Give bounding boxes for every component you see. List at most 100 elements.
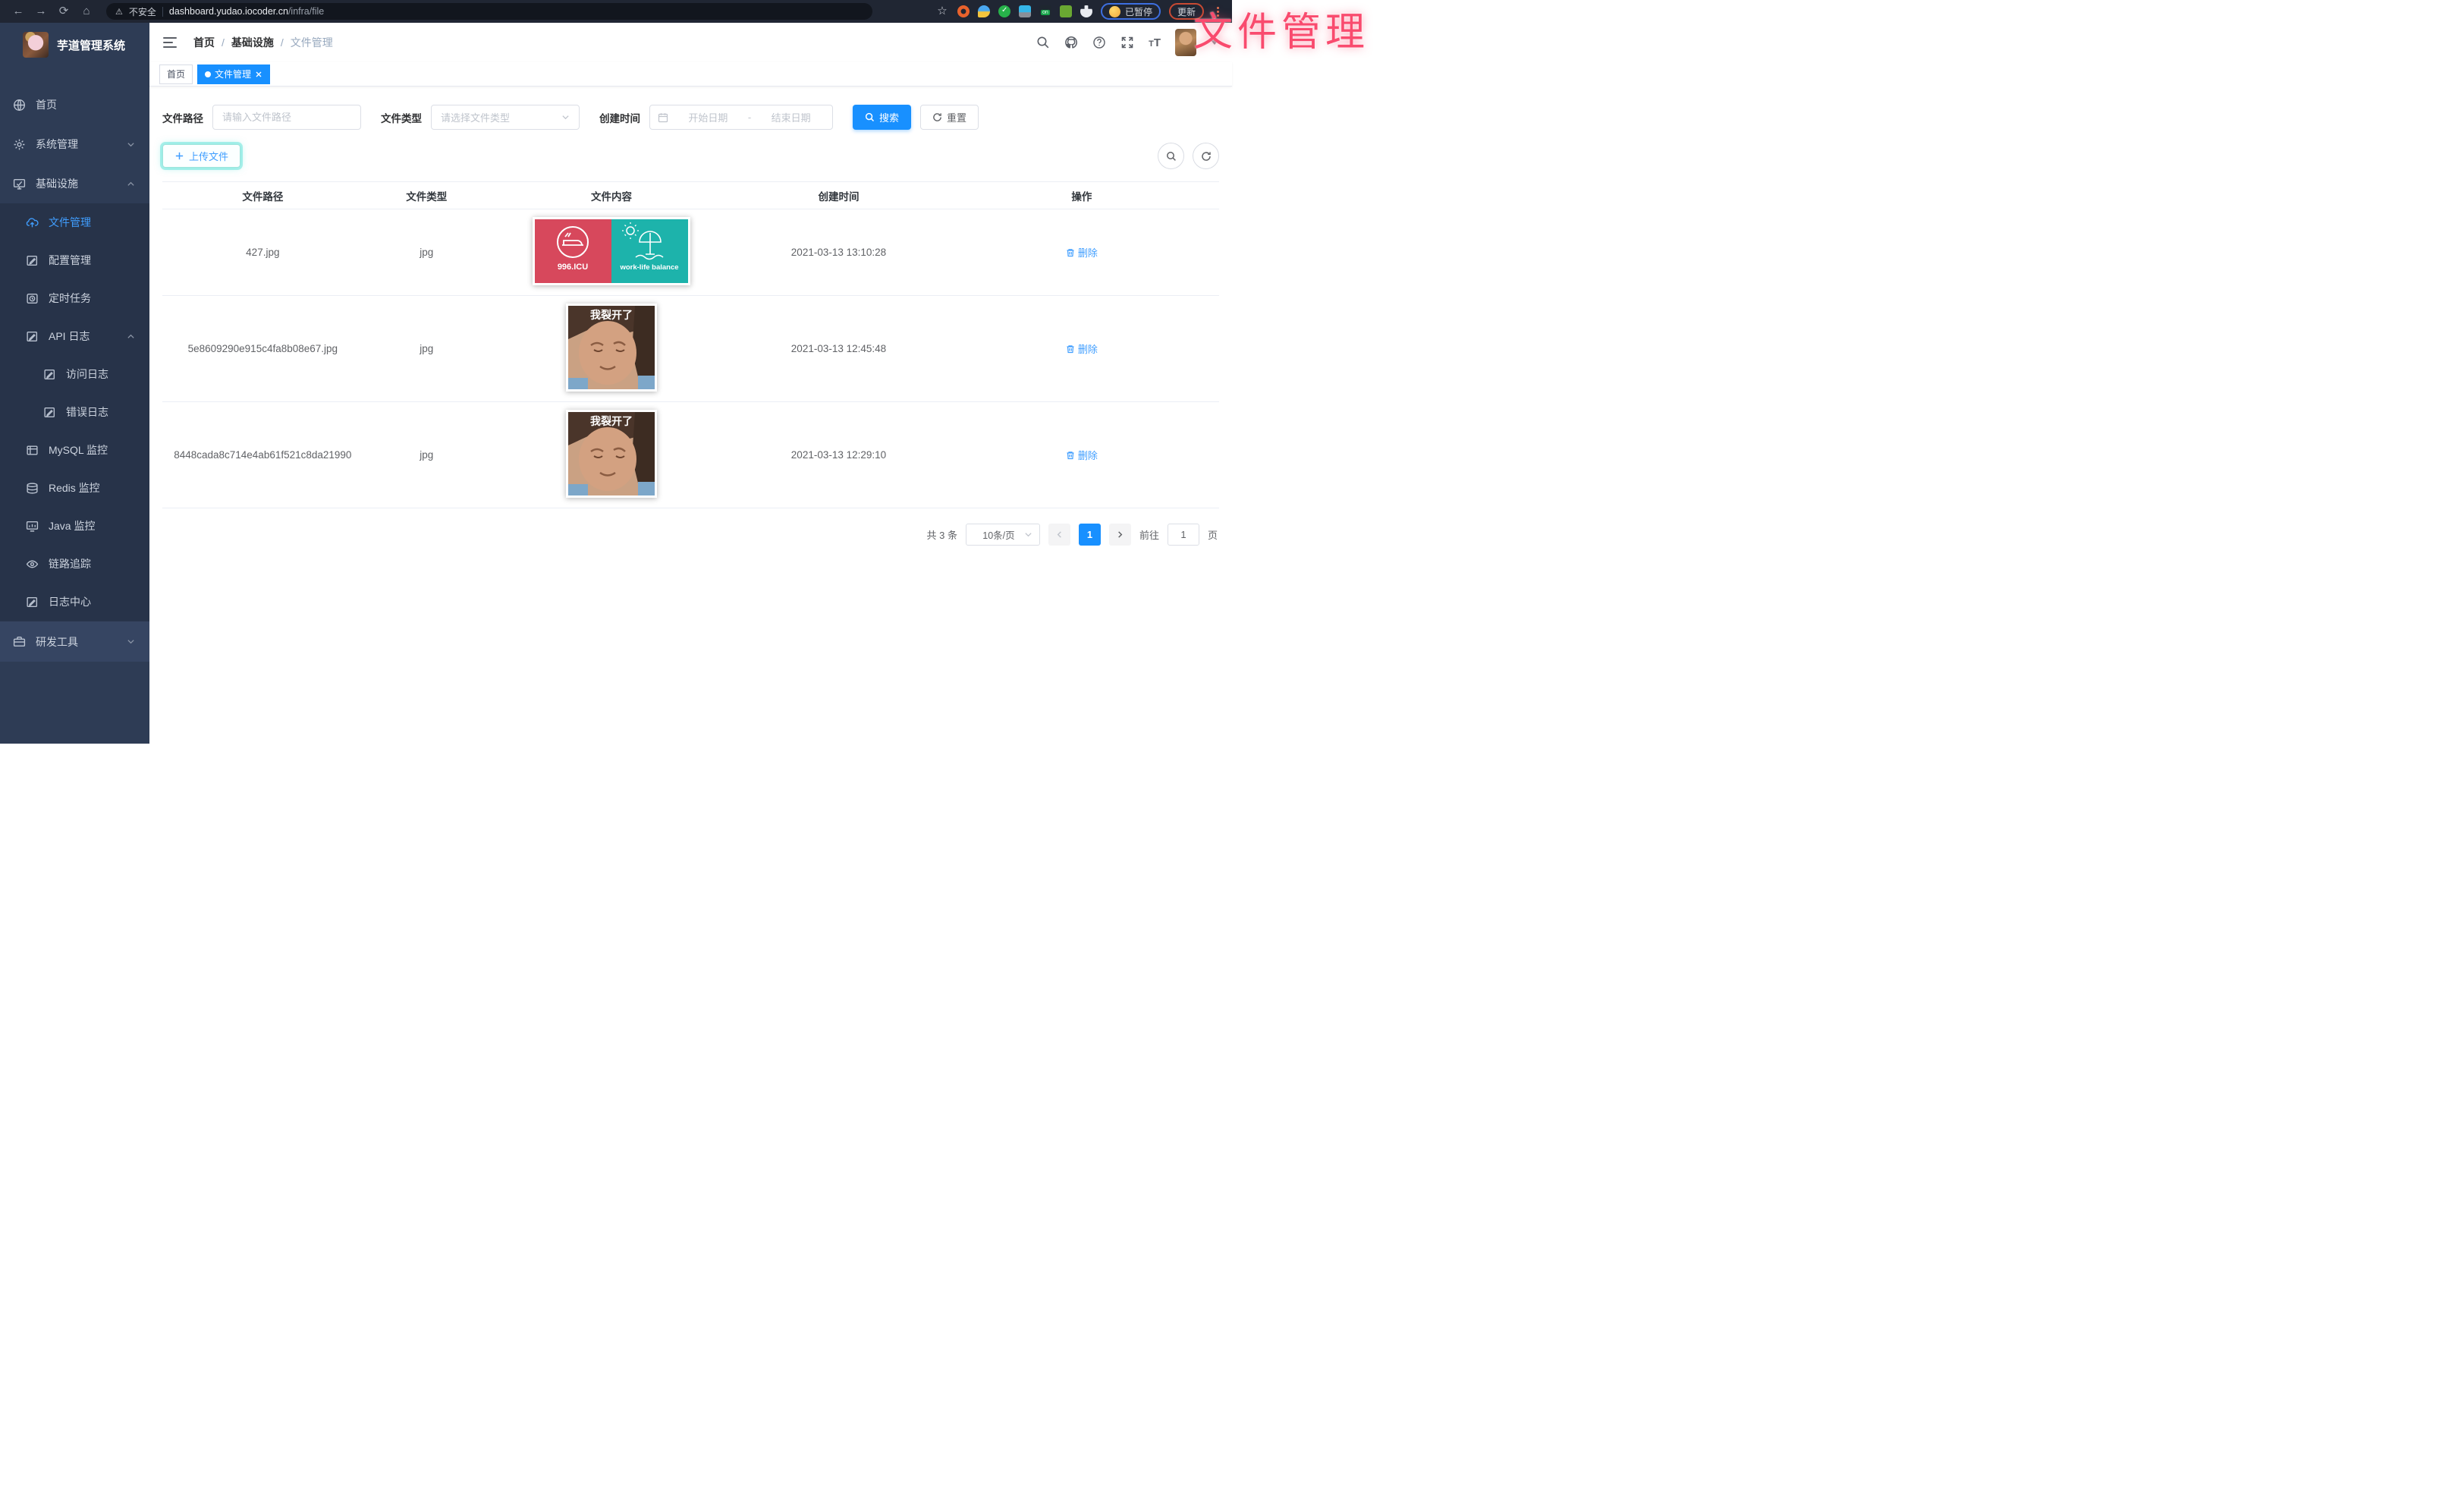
- extension-on-badge-icon[interactable]: [1039, 5, 1051, 17]
- address-bar[interactable]: ⚠ 不安全 dashboard.yudao.iocoder.cn/infra/f…: [106, 3, 872, 20]
- toggle-search-button[interactable]: [1158, 143, 1184, 169]
- close-icon[interactable]: [255, 71, 262, 78]
- error-log-icon: [43, 406, 56, 419]
- browser-forward-icon[interactable]: →: [32, 3, 50, 20]
- not-secure-label: 不安全: [129, 5, 156, 18]
- file-preview-image[interactable]: 996.ICU work-life balance: [533, 217, 690, 285]
- reset-button[interactable]: 重置: [920, 105, 979, 130]
- sidebar-item-mysql-monitor[interactable]: MySQL 监控: [0, 431, 149, 469]
- file-preview-image[interactable]: 我裂开了: [566, 410, 657, 498]
- goto-page-input[interactable]: [1168, 524, 1199, 546]
- upload-file-button[interactable]: 上传文件: [162, 144, 240, 168]
- cell-file-path: 427.jpg: [162, 209, 363, 296]
- tags-view-bar: 首页 文件管理: [149, 62, 1232, 87]
- help-icon[interactable]: [1092, 36, 1106, 49]
- access-log-icon: [43, 368, 56, 381]
- chevron-down-icon: [1024, 530, 1032, 539]
- sidebar-item-redis-monitor[interactable]: Redis 监控: [0, 469, 149, 507]
- browser-menu-icon[interactable]: [1212, 7, 1223, 17]
- sidebar-logo[interactable]: 芋道管理系统: [0, 23, 149, 67]
- extension-bulb-icon[interactable]: [1019, 5, 1031, 17]
- sidebar-item-home[interactable]: 首页: [0, 85, 149, 124]
- trash-icon: [1066, 451, 1075, 460]
- fullscreen-icon[interactable]: [1120, 36, 1134, 49]
- active-tag-dot: [205, 71, 211, 77]
- sidebar-item-java-monitor[interactable]: Java 监控: [0, 507, 149, 545]
- user-menu-caret-icon[interactable]: [1211, 40, 1218, 45]
- main-panel: 首页 / 基础设施 / 文件管理 TT 首页 文件管理: [149, 23, 1232, 744]
- browser-update-button[interactable]: 更新: [1169, 3, 1204, 20]
- extension-orange-icon[interactable]: [957, 5, 970, 17]
- pagination: 共 3 条 10条/页 1 前往 页: [162, 524, 1219, 546]
- breadcrumb-current: 文件管理: [291, 35, 333, 50]
- browser-reload-icon[interactable]: ⟳: [55, 3, 73, 20]
- infrastructure-icon: [13, 178, 26, 190]
- cell-file-type: jpg: [363, 209, 490, 296]
- breadcrumb-separator: /: [222, 36, 225, 49]
- bookmark-star-icon[interactable]: ☆: [935, 5, 949, 17]
- col-file-type: 文件类型: [363, 182, 490, 209]
- sidebar-item-devtools[interactable]: 研发工具: [0, 621, 149, 662]
- user-avatar[interactable]: [1175, 29, 1196, 56]
- sidebar-item-api-log[interactable]: API 日志: [0, 317, 149, 355]
- page-size-select[interactable]: 10条/页: [966, 524, 1040, 546]
- next-page-button[interactable]: [1109, 524, 1131, 546]
- extensions-puzzle-icon[interactable]: [1080, 5, 1092, 17]
- font-size-icon[interactable]: TT: [1149, 36, 1161, 49]
- chevron-left-icon: [1055, 530, 1064, 539]
- mysql-icon: [26, 444, 39, 457]
- file-type-select[interactable]: 请选择文件类型: [431, 105, 580, 130]
- browser-home-icon[interactable]: ⌂: [77, 3, 96, 20]
- breadcrumb-home[interactable]: 首页: [193, 35, 215, 50]
- profile-paused-button[interactable]: 已暂停: [1101, 3, 1161, 20]
- chevron-right-icon: [1116, 530, 1124, 539]
- sidebar-item-infrastructure[interactable]: 基础设施: [0, 164, 149, 203]
- java-monitor-icon: [26, 520, 39, 533]
- plus-icon: [174, 151, 184, 161]
- delete-link[interactable]: 删除: [1066, 245, 1098, 260]
- extension-person-icon[interactable]: [1060, 5, 1072, 17]
- tag-home[interactable]: 首页: [159, 64, 193, 84]
- sidebar-item-config-management[interactable]: 配置管理: [0, 241, 149, 279]
- search-button[interactable]: 搜索: [853, 105, 911, 130]
- sidebar-item-file-management[interactable]: 文件管理: [0, 203, 149, 241]
- sidebar-item-scheduled-jobs[interactable]: 定时任务: [0, 279, 149, 317]
- cell-file-type: jpg: [363, 402, 490, 508]
- chevron-up-icon: [127, 180, 135, 188]
- breadcrumb-infrastructure[interactable]: 基础设施: [231, 35, 274, 50]
- devtools-icon: [13, 635, 26, 648]
- browser-back-icon[interactable]: ←: [9, 3, 27, 20]
- sidebar-item-error-log[interactable]: 错误日志: [0, 393, 149, 431]
- sidebar-item-system[interactable]: 系统管理: [0, 124, 149, 164]
- search-icon[interactable]: [1036, 36, 1050, 49]
- file-path-label: 文件路径: [162, 110, 203, 125]
- omnibox-divider: [162, 7, 163, 17]
- page-unit-label: 页: [1208, 527, 1218, 542]
- github-icon[interactable]: [1064, 36, 1078, 49]
- sidebar-item-log-center[interactable]: 日志中心: [0, 583, 149, 621]
- profile-avatar: [1109, 6, 1120, 17]
- sidebar: 芋道管理系统 首页 系统管理 基础设施 文件管理: [0, 23, 149, 744]
- page-number-current[interactable]: 1: [1079, 524, 1101, 546]
- delete-link[interactable]: 删除: [1066, 448, 1098, 462]
- col-created-time: 创建时间: [733, 182, 944, 209]
- table-row: 427.jpg jpg 996.ICU: [162, 209, 1219, 296]
- tag-file-management[interactable]: 文件管理: [197, 64, 270, 84]
- page-url[interactable]: dashboard.yudao.iocoder.cn/infra/file: [169, 6, 324, 17]
- sidebar-item-access-log[interactable]: 访问日志: [0, 355, 149, 393]
- cell-created-time: 2021-03-13 13:10:28: [733, 209, 944, 296]
- file-preview-image[interactable]: 我裂开了: [566, 304, 657, 392]
- app-header: 首页 / 基础设施 / 文件管理 TT: [149, 23, 1232, 62]
- sidebar-collapse-icon[interactable]: [163, 37, 177, 48]
- refresh-table-button[interactable]: [1193, 143, 1219, 169]
- sidebar-item-trace[interactable]: 链路追踪: [0, 545, 149, 583]
- prev-page-button[interactable]: [1048, 524, 1070, 546]
- extension-check-icon[interactable]: [998, 5, 1010, 17]
- extension-pin-icon[interactable]: [978, 5, 990, 17]
- file-path-input[interactable]: [212, 105, 361, 130]
- crying-baby-meme-image: 我裂开了: [568, 412, 655, 495]
- date-range-picker[interactable]: 开始日期 - 结束日期: [649, 105, 833, 130]
- delete-link[interactable]: 删除: [1066, 341, 1098, 356]
- crying-baby-meme-image: 我裂开了: [568, 306, 655, 389]
- config-edit-icon: [26, 254, 39, 267]
